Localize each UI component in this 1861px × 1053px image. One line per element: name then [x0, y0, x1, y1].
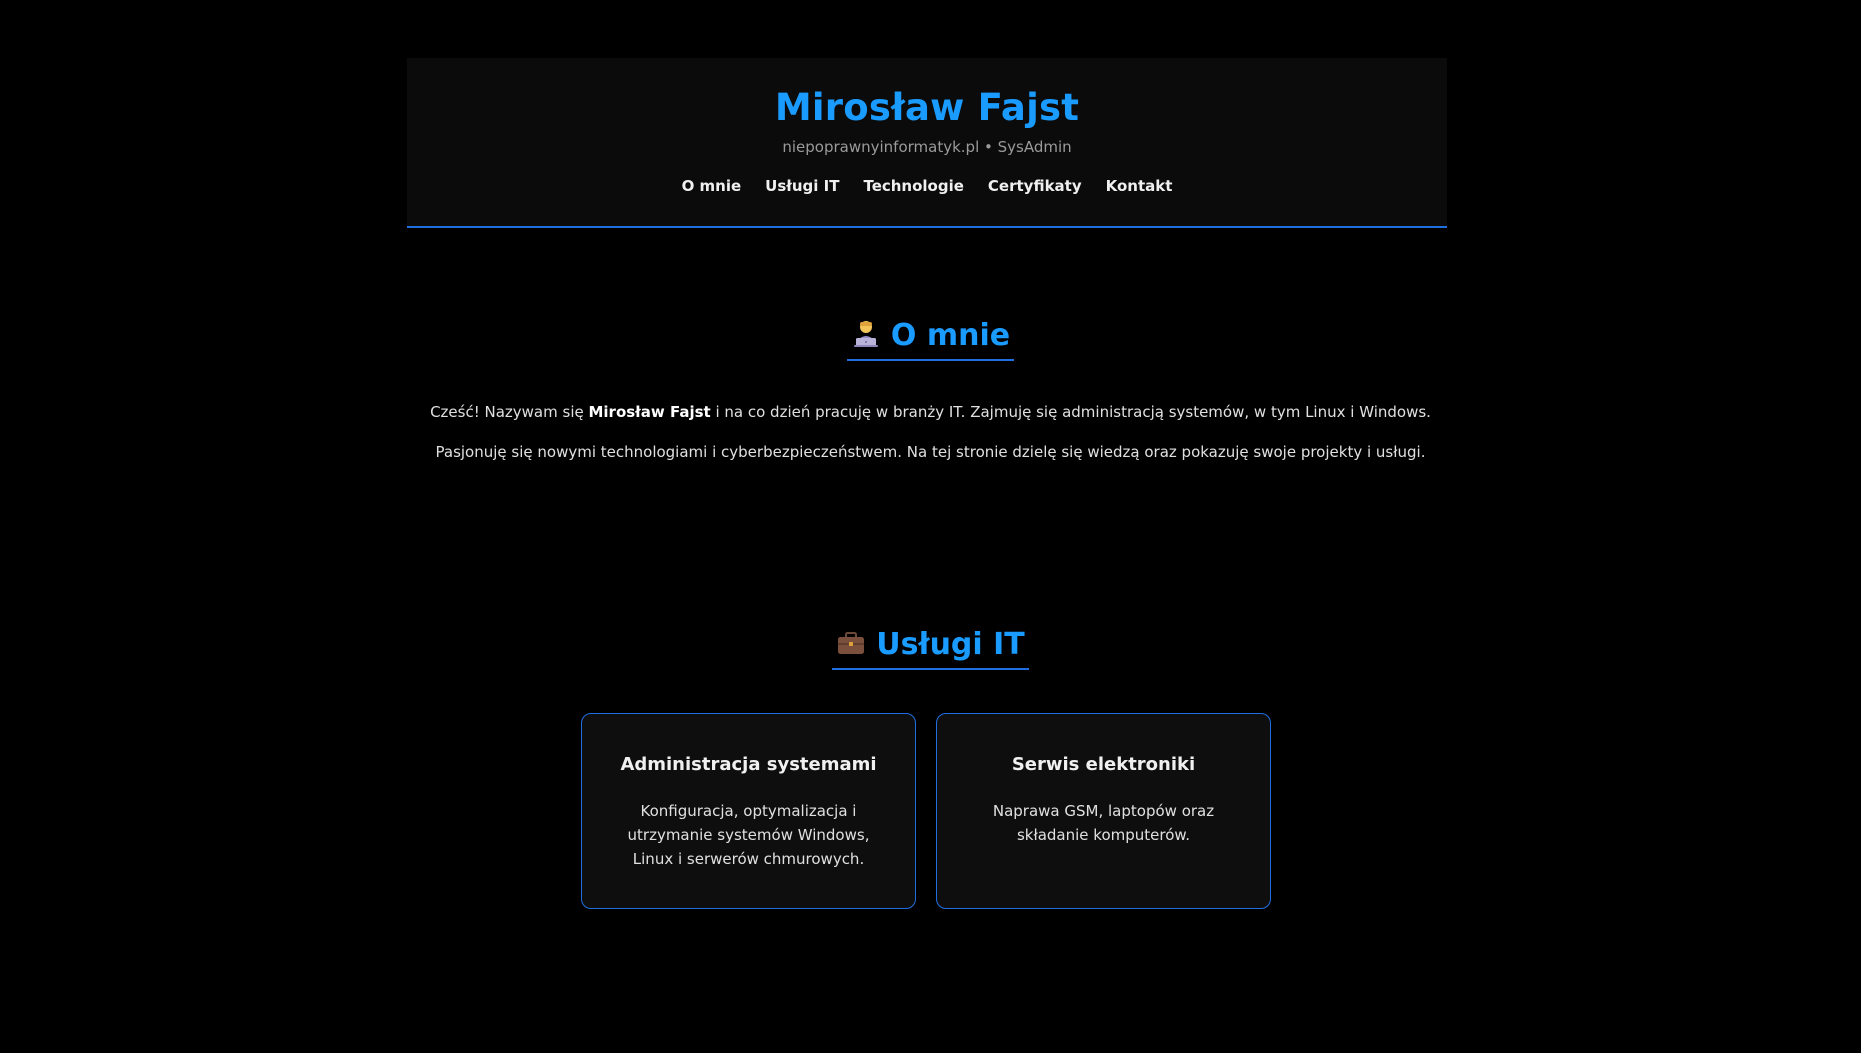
services-heading-text: Usługi IT: [876, 627, 1025, 662]
service-card-administration: Administracja systemami Konfiguracja, op…: [581, 713, 916, 909]
site-subtitle: niepoprawnyinformatyk.pl • SysAdmin: [782, 138, 1072, 156]
service-card-text: Konfiguracja, optymalizacja i utrzymanie…: [627, 802, 870, 868]
main-nav: O mnie Usługi IT Technologie Certyfikaty…: [407, 177, 1447, 195]
nav-link-certyfikaty[interactable]: Certyfikaty: [988, 177, 1082, 195]
nav-link-uslugi-it[interactable]: Usługi IT: [765, 177, 839, 195]
service-card-title: Administracja systemami: [620, 754, 877, 775]
about-text: Cześć! Nazywam się Mirosław Fajst i na c…: [0, 402, 1861, 482]
about-section-heading: O mnie: [0, 318, 1861, 361]
nav-link-kontakt[interactable]: Kontakt: [1106, 177, 1173, 195]
services-section-heading: Usługi IT: [0, 627, 1861, 670]
site-header: Mirosław Fajst niepoprawnyinformatyk.pl …: [407, 58, 1447, 228]
site-title: Mirosław Fajst: [774, 86, 1080, 129]
service-card-title: Serwis elektroniki: [1011, 754, 1196, 775]
briefcase-icon: [838, 632, 865, 654]
about-paragraph-2: Pasjonuję się nowymi technologiami i cyb…: [435, 443, 1426, 461]
nav-link-technologie[interactable]: Technologie: [863, 177, 963, 195]
about-intro-text: Cześć! Nazywam się: [430, 403, 589, 421]
service-card-text: Naprawa GSM, laptopów oraz składanie kom…: [992, 802, 1215, 844]
about-paragraph-1: Cześć! Nazywam się Mirosław Fajst i na c…: [0, 402, 1861, 422]
page: Mirosław Fajst niepoprawnyinformatyk.pl …: [0, 0, 1861, 1053]
nav-link-o-mnie[interactable]: O mnie: [682, 177, 742, 195]
about-heading: O mnie: [846, 318, 1015, 361]
about-name: Mirosław Fajst: [588, 403, 711, 421]
about-heading-text: O mnie: [890, 318, 1011, 353]
service-card-electronics: Serwis elektroniki Naprawa GSM, laptopów…: [936, 713, 1271, 909]
about-intro-rest: i na co dzień pracuję w branży IT. Zajmu…: [710, 403, 1431, 421]
technologist-icon: [853, 321, 878, 347]
services-heading: Usługi IT: [832, 627, 1029, 670]
